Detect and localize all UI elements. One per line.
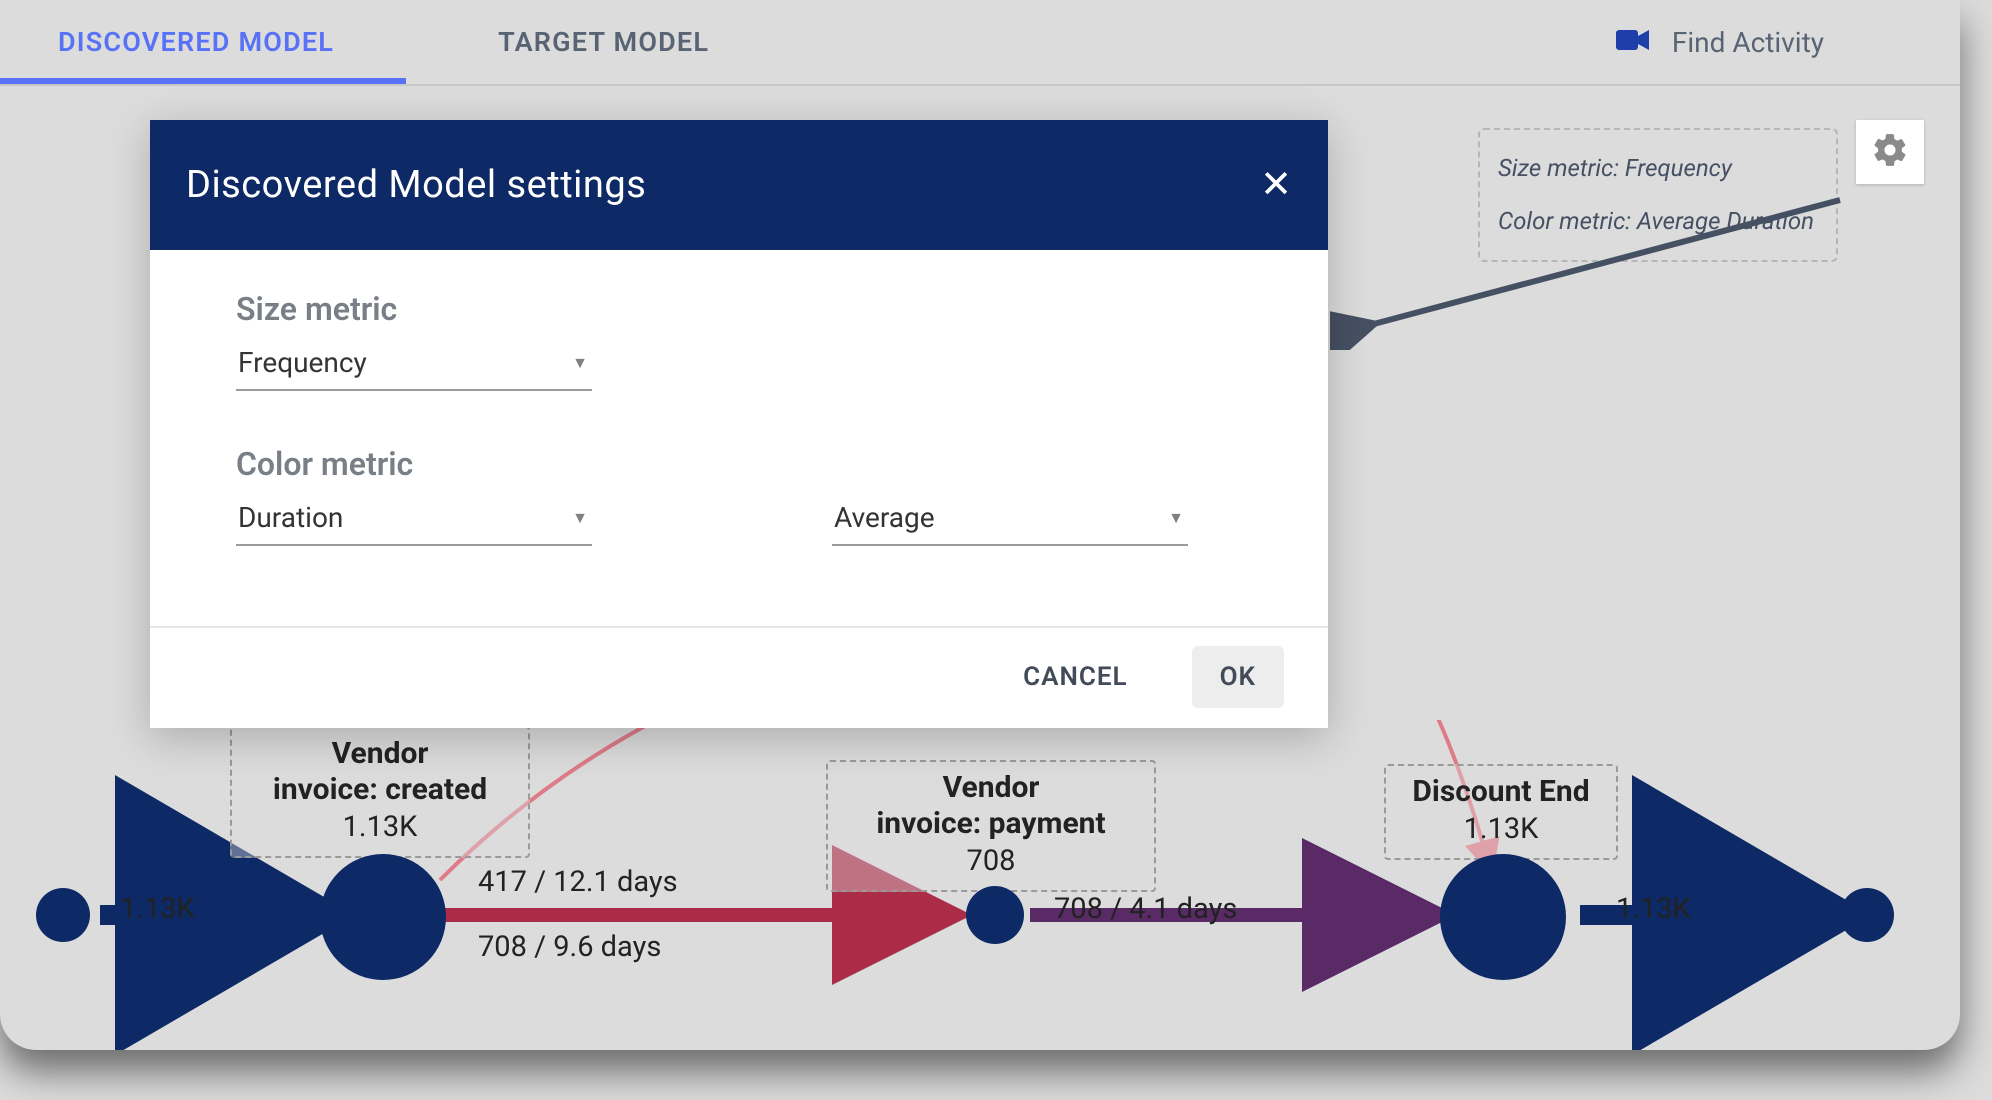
process-diagram: 1.13K Vendor invoice: created 1.13K 417 … [20, 720, 1940, 1050]
color-metric-value: Duration [238, 501, 343, 534]
modal-title: Discovered Model settings [186, 163, 646, 207]
color-aggregation-value: Average [834, 501, 935, 534]
end-node[interactable] [1840, 888, 1894, 942]
node-vendor-invoice-payment-circle[interactable] [966, 886, 1024, 944]
caret-down-icon: ▼ [572, 508, 588, 528]
legend-size-line: Size metric: Frequency [1498, 142, 1818, 195]
topbar-right: Find Activity [1616, 26, 1924, 59]
settings-modal: Discovered Model settings ✕ Size metric … [150, 120, 1328, 728]
end-edge-label: 1.13K [1616, 892, 1691, 926]
ok-button[interactable]: OK [1192, 646, 1284, 708]
node-count: 708 [846, 844, 1136, 878]
node-title: Vendor invoice: payment [846, 770, 1136, 842]
size-metric-value: Frequency [238, 346, 367, 379]
node-vendor-invoice-created[interactable]: Vendor invoice: created 1.13K [230, 726, 530, 858]
color-metric-label: Color metric [236, 445, 1242, 483]
node-count: 1.13K [250, 810, 510, 844]
find-activity-link[interactable]: Find Activity [1672, 26, 1924, 59]
size-metric-label: Size metric [236, 290, 1242, 328]
caret-down-icon: ▼ [1168, 508, 1184, 528]
modal-body: Size metric Frequency ▼ Color metric Dur… [150, 250, 1328, 626]
settings-gear-button[interactable] [1856, 120, 1924, 184]
tab-discovered-model[interactable]: DISCOVERED MODEL [36, 2, 356, 82]
edge-label-created-payment-bottom: 708 / 9.6 days [478, 930, 661, 964]
modal-close-button[interactable]: ✕ [1260, 166, 1292, 204]
close-icon: ✕ [1260, 163, 1292, 207]
edge-label-payment-discount: 708 / 4.1 days [1054, 892, 1237, 926]
modal-footer: CANCEL OK [150, 626, 1328, 728]
node-vendor-invoice-payment[interactable]: Vendor invoice: payment 708 [826, 760, 1156, 892]
color-metric-select[interactable]: Duration ▼ [236, 493, 592, 546]
node-title: Vendor invoice: created [250, 736, 510, 808]
size-metric-select[interactable]: Frequency ▼ [236, 338, 592, 391]
gear-icon [1871, 131, 1909, 173]
color-aggregation-select[interactable]: Average ▼ [832, 493, 1188, 546]
tab-target-model[interactable]: TARGET MODEL [476, 2, 731, 82]
node-vendor-invoice-created-circle[interactable] [320, 854, 446, 980]
node-count: 1.13K [1404, 812, 1598, 846]
color-metric-group: Color metric Duration ▼ Average ▼ [236, 445, 1242, 546]
start-edge-label: 1.13K [120, 892, 195, 926]
caret-down-icon: ▼ [572, 353, 588, 373]
metrics-legend: Size metric: Frequency Color metric: Ave… [1478, 128, 1838, 262]
modal-header: Discovered Model settings ✕ [150, 120, 1328, 250]
camera-icon [1616, 28, 1650, 56]
cancel-button[interactable]: CANCEL [995, 646, 1155, 708]
start-node[interactable] [36, 888, 90, 942]
node-discount-end[interactable]: Discount End 1.13K [1384, 764, 1618, 860]
node-title: Discount End [1404, 774, 1598, 810]
tabs: DISCOVERED MODEL TARGET MODEL [36, 2, 731, 82]
node-discount-end-circle[interactable] [1440, 854, 1566, 980]
legend-color-line: Color metric: Average Duration [1498, 195, 1818, 248]
size-metric-group: Size metric Frequency ▼ [236, 290, 1242, 391]
edge-label-created-payment-top: 417 / 12.1 days [478, 865, 678, 899]
topbar: DISCOVERED MODEL TARGET MODEL Find Activ… [0, 0, 1960, 86]
